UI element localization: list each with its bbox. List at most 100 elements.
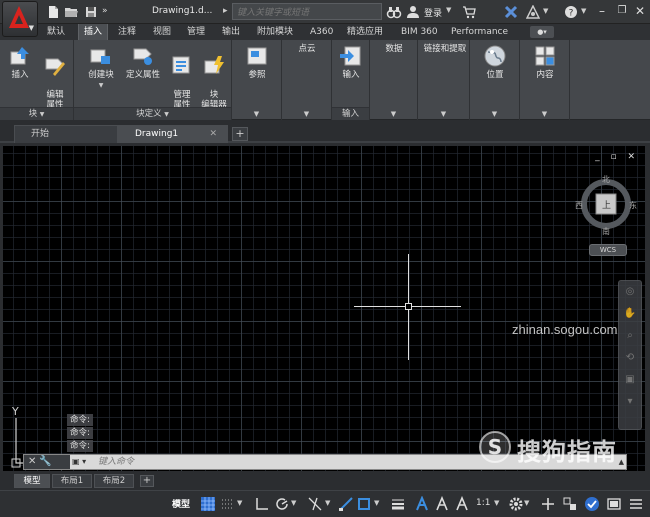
- object-snap-tracking-icon[interactable]: [338, 496, 354, 512]
- block-panel-title[interactable]: 块 ▼: [0, 107, 73, 120]
- snap-icon[interactable]: [220, 496, 236, 512]
- reference-button[interactable]: 参照: [240, 44, 274, 80]
- minimize-button[interactable]: –: [592, 3, 612, 20]
- tab-layout1[interactable]: 布局1: [52, 474, 92, 488]
- customization-menu-icon[interactable]: [628, 496, 644, 512]
- chevron-down-icon[interactable]: ▼: [374, 499, 390, 515]
- tab-a360[interactable]: A360: [305, 24, 338, 40]
- plus-icon[interactable]: [540, 496, 556, 512]
- binoculars-search-icon[interactable]: [386, 4, 402, 20]
- tab-annotate[interactable]: 注释: [113, 24, 141, 40]
- close-tab-icon[interactable]: ✕: [209, 126, 217, 142]
- viewcube[interactable]: 北 南 东 西 上: [575, 174, 637, 237]
- workspace-gear-icon[interactable]: [508, 496, 524, 512]
- viewcube-top-face[interactable]: 上: [602, 198, 611, 211]
- ribbon-options-icon[interactable]: ●▾: [530, 26, 554, 38]
- drawing-area[interactable]: _ ▫ ✕ 北 南 东 西 上 WCS ◎ ✋ ⌕ ⟲ ▣ ▾ Y 命令: 命令…: [3, 146, 645, 471]
- point-cloud-panel-expand[interactable]: ▼: [282, 110, 331, 118]
- chevron-down-icon[interactable]: ▼: [543, 7, 557, 21]
- tab-layout2[interactable]: 布局2: [94, 474, 134, 488]
- compass-north[interactable]: 北: [602, 174, 610, 185]
- tab-start[interactable]: 开始: [14, 125, 118, 143]
- exchange-x-icon[interactable]: [504, 5, 518, 19]
- tab-featured-apps[interactable]: 精选应用: [342, 24, 388, 40]
- pan-icon[interactable]: ✋: [619, 303, 641, 325]
- new-tab-button[interactable]: +: [232, 127, 248, 141]
- block-definition-panel-title[interactable]: 块定义 ▼: [74, 107, 231, 120]
- location-button[interactable]: 位置: [478, 44, 512, 80]
- model-space-button[interactable]: 模型: [172, 497, 190, 510]
- data-button[interactable]: 数据: [376, 44, 412, 54]
- annotation-visibility-icon[interactable]: [414, 495, 430, 512]
- tab-drawing1[interactable]: Drawing1 ✕: [118, 125, 228, 143]
- object-snap-icon[interactable]: [356, 496, 372, 512]
- insert-block-button[interactable]: 插入: [6, 44, 34, 80]
- tab-view[interactable]: 视图: [148, 24, 176, 40]
- new-file-icon[interactable]: [46, 5, 60, 19]
- navigation-bar[interactable]: ◎ ✋ ⌕ ⟲ ▣ ▾: [618, 280, 642, 430]
- content-button[interactable]: 内容: [528, 44, 562, 80]
- annotation-scale-value[interactable]: 1:1: [476, 498, 490, 508]
- compass-west[interactable]: 西: [575, 200, 583, 211]
- link-extract-panel-expand[interactable]: ▼: [418, 110, 469, 118]
- compass-east[interactable]: 东: [629, 200, 637, 211]
- define-attribute-button[interactable]: 定义属性: [124, 44, 162, 80]
- steering-wheel-icon[interactable]: ◎: [619, 281, 641, 303]
- new-layout-button[interactable]: +: [140, 475, 154, 487]
- tab-addins[interactable]: 附加模块: [252, 24, 298, 40]
- polar-tracking-icon[interactable]: [274, 496, 290, 512]
- tab-output[interactable]: 输出: [217, 24, 245, 40]
- block-editor-button[interactable]: 块 编辑器: [198, 44, 230, 110]
- edit-attribute-button[interactable]: 编辑 属性: [40, 44, 70, 110]
- close-command-icon[interactable]: ✕: [28, 456, 39, 467]
- grid-icon[interactable]: [200, 496, 216, 512]
- reference-panel-expand[interactable]: ▼: [232, 110, 281, 118]
- tab-performance[interactable]: Performance: [446, 24, 513, 40]
- point-cloud-button[interactable]: 点云: [290, 44, 324, 54]
- create-block-button[interactable]: 创建块 ▼: [84, 44, 118, 91]
- hardware-acceleration-icon[interactable]: [584, 496, 600, 512]
- recent-commands-icon[interactable]: ▣ ▾: [72, 456, 94, 468]
- chevron-down-icon[interactable]: ▼: [446, 6, 451, 14]
- search-input[interactable]: [232, 3, 382, 20]
- link-extract-button[interactable]: 链接和提取: [420, 44, 470, 54]
- lineweight-icon[interactable]: [390, 496, 406, 512]
- save-icon[interactable]: [84, 5, 98, 19]
- data-panel-expand[interactable]: ▼: [370, 110, 417, 118]
- cart-icon[interactable]: [462, 5, 476, 19]
- tab-default[interactable]: 默认: [42, 24, 70, 40]
- navbar-expand-icon[interactable]: ▾: [619, 391, 641, 413]
- customize-wrench-icon[interactable]: 🔧: [39, 456, 54, 467]
- viewport-controls[interactable]: _ ▫ ✕: [595, 152, 639, 162]
- import-panel-title[interactable]: 输入: [332, 107, 369, 120]
- a360-icon[interactable]: [525, 4, 541, 19]
- showmotion-icon[interactable]: ▣: [619, 369, 641, 391]
- auto-scale-icon[interactable]: [434, 495, 450, 512]
- wcs-menu[interactable]: WCS: [589, 244, 627, 256]
- application-menu-button[interactable]: ▼: [2, 1, 38, 37]
- tab-model[interactable]: 模型: [14, 474, 50, 488]
- tab-bim360[interactable]: BIM 360: [396, 24, 443, 40]
- more-tools-icon[interactable]: »: [102, 6, 116, 20]
- chevron-down-icon[interactable]: ▼: [291, 499, 307, 515]
- close-button[interactable]: ✕: [630, 3, 650, 20]
- tab-insert[interactable]: 插入: [78, 24, 109, 40]
- compass-south[interactable]: 南: [602, 226, 610, 237]
- annotation-scale-icon[interactable]: [454, 495, 470, 512]
- chevron-down-icon[interactable]: ▼: [524, 499, 540, 515]
- login-link[interactable]: 登录: [424, 6, 442, 19]
- content-panel-expand[interactable]: ▼: [520, 110, 569, 118]
- chevron-down-icon[interactable]: ▼: [237, 499, 253, 515]
- manage-attributes-button[interactable]: 管理 属性: [168, 44, 196, 110]
- maximize-button[interactable]: ❐: [612, 3, 632, 20]
- command-line-tools[interactable]: ✕🔧: [24, 455, 70, 469]
- open-folder-icon[interactable]: [64, 5, 78, 19]
- clean-screen-icon[interactable]: [606, 496, 622, 512]
- import-button[interactable]: 输入: [336, 44, 366, 80]
- help-icon[interactable]: ?: [564, 5, 578, 19]
- location-panel-expand[interactable]: ▼: [470, 110, 519, 118]
- zoom-icon[interactable]: ⌕: [619, 325, 641, 347]
- tab-manage[interactable]: 管理: [182, 24, 210, 40]
- isolate-objects-icon[interactable]: [562, 496, 578, 512]
- orbit-icon[interactable]: ⟲: [619, 347, 641, 369]
